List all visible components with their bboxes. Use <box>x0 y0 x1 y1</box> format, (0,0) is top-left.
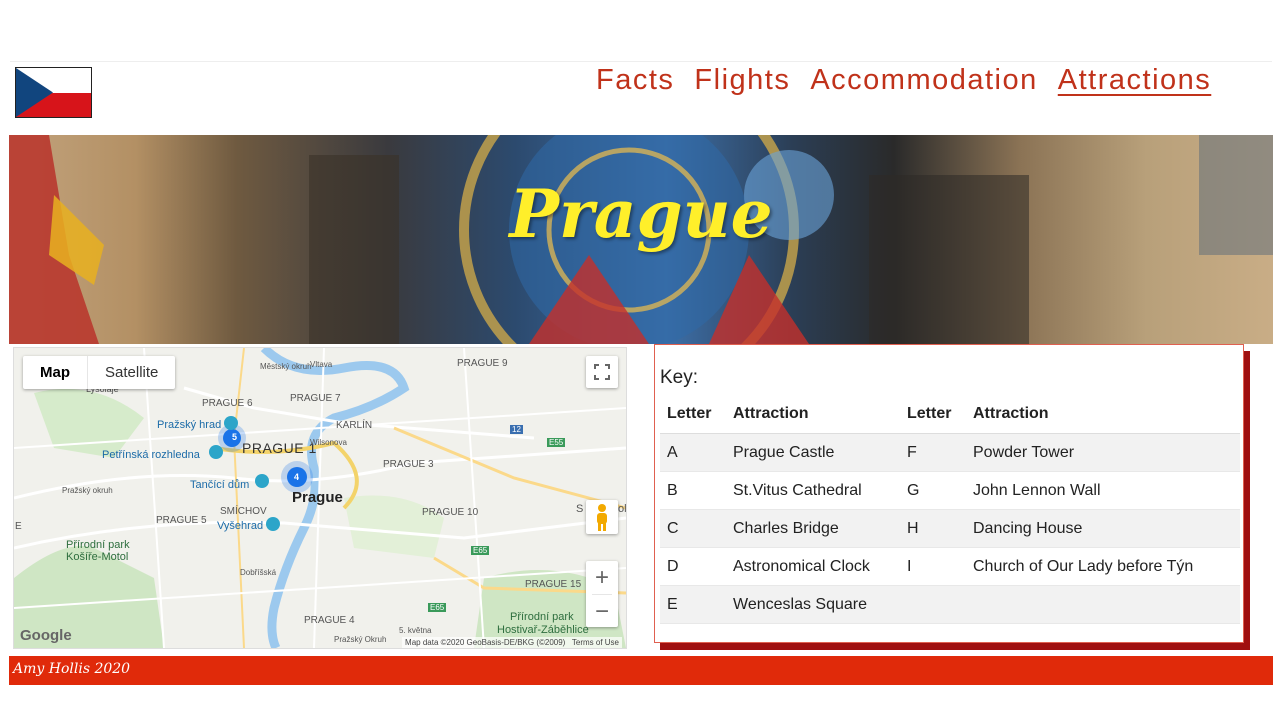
table-row: E Wenceslas Square <box>660 585 1240 624</box>
label-prague9: PRAGUE 9 <box>457 358 508 369</box>
label-prague7: PRAGUE 7 <box>290 393 341 404</box>
nav-flights[interactable]: Flights <box>694 64 790 97</box>
zoom-in-button[interactable]: + <box>586 561 618 594</box>
label-prague1: PRAGUE 1 <box>242 440 317 456</box>
label-prazsky-hrad: Pražský hrad <box>157 419 222 431</box>
key-attraction: Prague Castle <box>726 433 900 472</box>
key-attraction: Astronomical Clock <box>726 547 900 586</box>
map-type-satellite-button[interactable]: Satellite <box>88 356 175 389</box>
key-letter: C <box>660 509 726 548</box>
label-route-12: 12 <box>510 425 523 434</box>
attraction-key-table: Letter Attraction Letter Attraction A Pr… <box>660 395 1240 624</box>
attraction-key-panel: Key: Letter Attraction Letter Attraction… <box>654 344 1244 643</box>
label-prague15: PRAGUE 15 <box>525 579 582 590</box>
table-row: B St.Vitus Cathedral G John Lennon Wall <box>660 471 1240 510</box>
table-row: A Prague Castle F Powder Tower <box>660 433 1240 472</box>
label-petrinska: Petřínská rozhledna <box>102 449 200 461</box>
fullscreen-button[interactable] <box>586 356 618 388</box>
key-letter: B <box>660 471 726 510</box>
label-prague4: PRAGUE 4 <box>304 615 355 626</box>
label-tancici-dum: Tančící dům <box>190 479 250 491</box>
label-e65: E65 <box>471 546 490 555</box>
map-data-credit: Map data ©2020 GeoBasis-DE/BKG (©2009) <box>405 638 566 647</box>
map-type-map-button[interactable]: Map <box>23 356 88 389</box>
cluster-count-4[interactable]: 4 <box>294 472 299 482</box>
label-prague10: PRAGUE 10 <box>422 507 479 518</box>
key-letter: F <box>900 433 966 472</box>
label-smichov: SMÍCHOV <box>220 506 267 517</box>
street-view-pegman[interactable] <box>586 500 618 534</box>
label-vysehrad: Vyšehrad <box>217 520 264 532</box>
label-prazsky-okruh: Pražský okruh <box>62 486 113 495</box>
zoom-out-button[interactable]: − <box>586 595 618 628</box>
label-park-hostivar-1: Přírodní park <box>510 611 574 623</box>
table-row: C Charles Bridge H Dancing House <box>660 509 1240 548</box>
label-prazsky-okruh-2: Pražský Okruh <box>334 635 387 644</box>
pegman-icon <box>597 504 607 531</box>
label-prague: Prague <box>292 489 343 506</box>
nav-accommodation[interactable]: Accommodation <box>810 64 1037 97</box>
label-vltava: Vltava <box>310 360 333 369</box>
label-mestsky-okruh: Městský okruh <box>260 362 312 371</box>
fullscreen-icon <box>594 364 610 380</box>
label-kvetna: 5. května <box>399 626 432 635</box>
label-prague5: PRAGUE 5 <box>156 515 207 526</box>
key-attraction: Charles Bridge <box>726 509 900 548</box>
key-letter: A <box>660 433 726 472</box>
terms-of-use-link[interactable]: Terms of Use <box>572 638 619 647</box>
label-wilsonova: Wilsonova <box>310 438 347 447</box>
label-prague3: PRAGUE 3 <box>383 459 434 470</box>
header-divider <box>10 61 1272 62</box>
nav-attractions[interactable]: Attractions <box>1058 64 1212 97</box>
key-attraction: Dancing House <box>966 509 1240 548</box>
key-letter <box>900 585 966 624</box>
google-map[interactable]: 5 4 PRAGUE 1 Prague PRAGUE 3 PRAGUE 5 PR… <box>13 347 627 649</box>
label-e-edge: E <box>15 521 22 532</box>
key-letter: E <box>660 585 726 624</box>
key-attraction <box>966 585 1240 624</box>
table-row: D Astronomical Clock I Church of Our Lad… <box>660 547 1240 586</box>
main-nav: Facts Flights Accommodation Attractions <box>596 64 1211 97</box>
czech-flag-logo <box>15 67 92 118</box>
nav-facts[interactable]: Facts <box>596 64 674 97</box>
label-e65b: E65 <box>428 603 447 612</box>
cluster-count-5[interactable]: 5 <box>232 432 237 442</box>
label-s-edge: S <box>576 503 584 515</box>
label-park-kosire-1: Přírodní park <box>66 539 130 551</box>
key-letter: G <box>900 471 966 510</box>
footer-credit: Amy Hollis 2020 <box>13 661 131 677</box>
key-letter: I <box>900 547 966 586</box>
header-attraction-2: Attraction <box>966 395 1240 434</box>
footer: Amy Hollis 2020 <box>9 656 1273 685</box>
header-letter-2: Letter <box>900 395 966 434</box>
map-attribution: Map data ©2020 GeoBasis-DE/BKG (©2009) T… <box>402 637 622 648</box>
page-title: Prague <box>509 175 773 253</box>
header-letter-1: Letter <box>660 395 726 434</box>
key-title: Key: <box>660 367 699 388</box>
label-oly-edge: oly <box>618 503 627 515</box>
key-letter: D <box>660 547 726 586</box>
zoom-control: + − <box>586 561 618 627</box>
label-dobrisska: Dobříšská <box>240 568 277 577</box>
key-letter: H <box>900 509 966 548</box>
table-header-row: Letter Attraction Letter Attraction <box>660 395 1240 434</box>
label-park-kosire-2: Košíře-Motol <box>66 551 129 563</box>
label-e55: E55 <box>547 438 566 447</box>
label-karlin: KARLÍN <box>336 420 373 431</box>
map-type-control: Map Satellite <box>23 356 176 389</box>
key-attraction: Powder Tower <box>966 433 1240 472</box>
key-attraction: Wenceslas Square <box>726 585 900 624</box>
label-prague6: PRAGUE 6 <box>202 398 253 409</box>
key-attraction: John Lennon Wall <box>966 471 1240 510</box>
key-attraction: St.Vitus Cathedral <box>726 471 900 510</box>
header-attraction-1: Attraction <box>726 395 900 434</box>
key-attraction: Church of Our Lady before Týn <box>966 547 1240 586</box>
google-logo[interactable]: Google <box>20 627 72 644</box>
hero-banner: Prague <box>9 135 1273 344</box>
label-park-hostivar-2: Hostivař-Záběhlice <box>497 624 589 636</box>
